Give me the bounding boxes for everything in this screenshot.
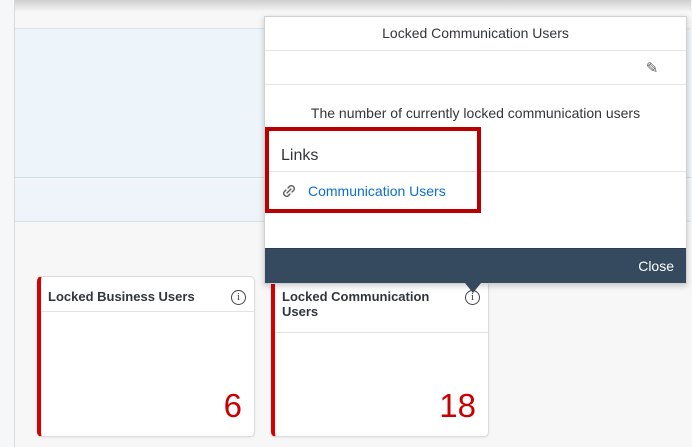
- locked-communication-users-tile[interactable]: Locked Communication Users i 18: [271, 276, 489, 437]
- tile-info-popover: Locked Communication Users ✎ The number …: [264, 16, 687, 284]
- popover-title: Locked Communication Users: [265, 17, 686, 51]
- pencil-icon[interactable]: ✎: [643, 60, 661, 78]
- tile-value: 18: [439, 387, 476, 424]
- info-icon[interactable]: i: [231, 290, 246, 305]
- links-divider: [265, 171, 686, 172]
- links-heading: Links: [281, 147, 319, 164]
- tile-value: 6: [223, 387, 242, 424]
- popover-footer: Close: [265, 248, 686, 283]
- toolbar-divider: [265, 84, 686, 85]
- link-label[interactable]: Communication Users: [308, 183, 446, 199]
- tile-title: Locked Business Users: [48, 289, 195, 304]
- tile-divider: [275, 332, 488, 333]
- link-icon: [283, 185, 295, 197]
- popover-description: The number of currently locked communica…: [310, 105, 641, 121]
- top-shadow: [15, 0, 691, 12]
- tile-title: Locked Communication Users: [282, 289, 430, 319]
- popover-pointer: [465, 283, 481, 293]
- locked-business-users-tile[interactable]: Locked Business Users i 6: [37, 276, 255, 437]
- close-button[interactable]: Close: [638, 249, 674, 283]
- tile-divider: [41, 311, 254, 312]
